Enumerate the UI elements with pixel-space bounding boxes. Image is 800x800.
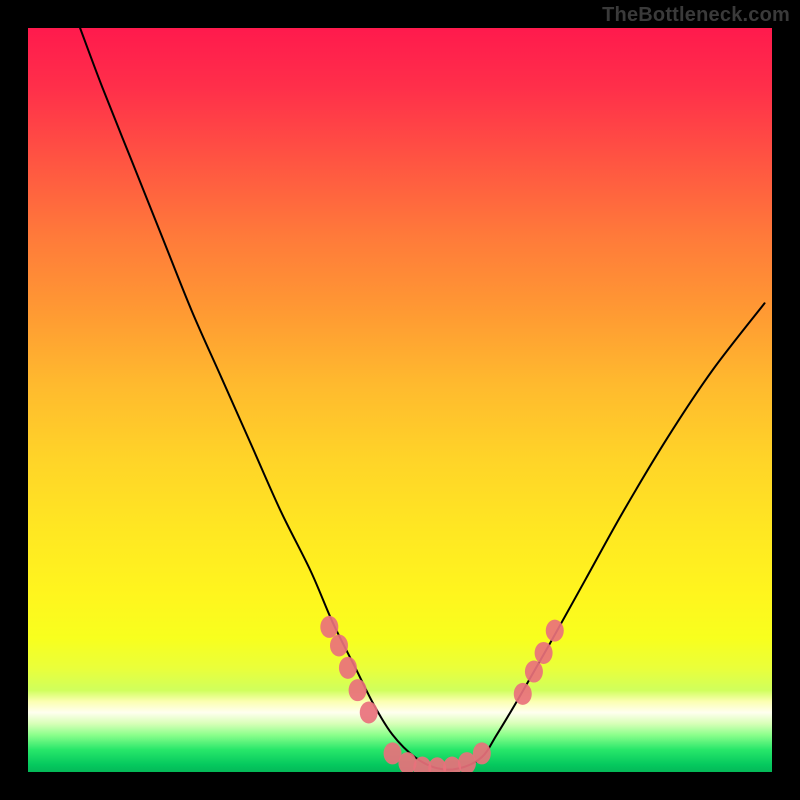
curve-marker xyxy=(320,616,338,638)
marker-group xyxy=(320,616,563,772)
watermark-label: TheBottleneck.com xyxy=(602,4,790,27)
curve-marker xyxy=(330,635,348,657)
curve-marker xyxy=(360,701,378,723)
curve-marker xyxy=(535,642,553,664)
curve-marker xyxy=(473,742,491,764)
curve-marker xyxy=(546,620,564,642)
curve-marker xyxy=(339,657,357,679)
curve-marker xyxy=(514,683,532,705)
chart-svg xyxy=(28,28,772,772)
curve-marker xyxy=(349,679,367,701)
plot-area xyxy=(28,28,772,772)
chart-frame: TheBottleneck.com xyxy=(0,0,800,800)
curve-marker xyxy=(525,661,543,683)
bottleneck-curve xyxy=(80,28,764,770)
